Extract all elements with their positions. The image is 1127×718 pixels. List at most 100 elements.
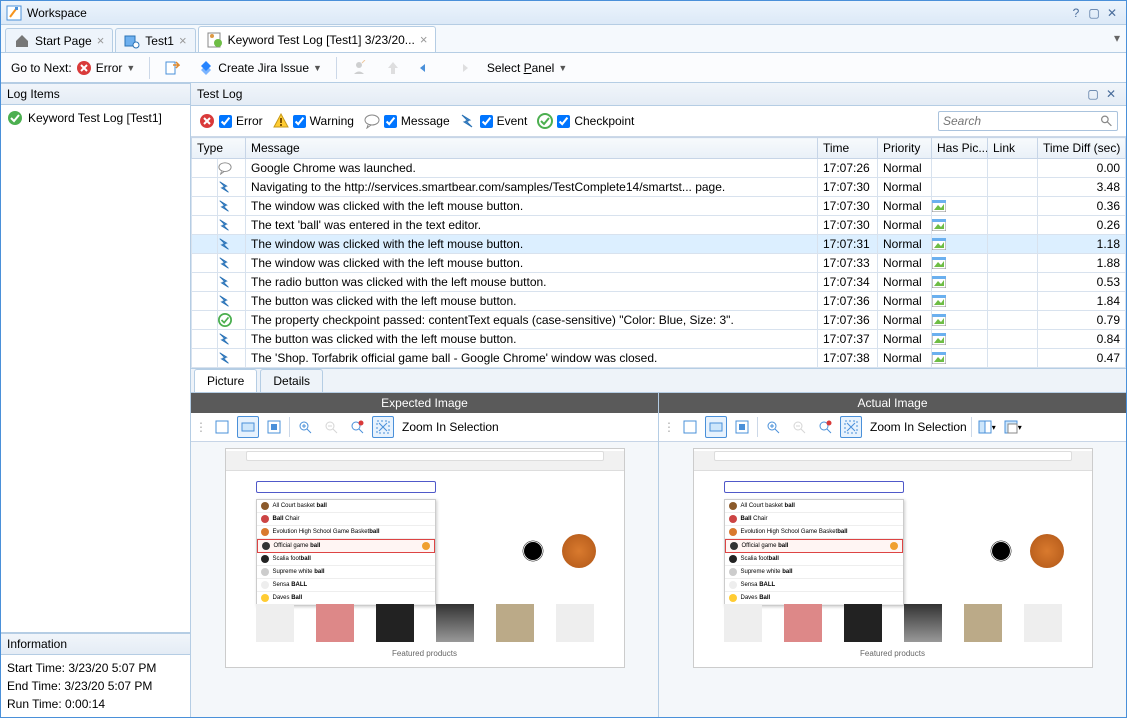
filter-error[interactable]: Error xyxy=(199,113,263,129)
tree-item-root[interactable]: Keyword Test Log [Test1] xyxy=(7,109,184,127)
col-priority[interactable]: Priority xyxy=(878,138,932,159)
col-message[interactable]: Message xyxy=(246,138,818,159)
panel-maximize-button[interactable]: ▢ xyxy=(1084,86,1102,102)
create-jira-issue-button[interactable]: Create Jira Issue ▼ xyxy=(194,58,326,78)
row-haspic xyxy=(932,311,988,330)
row-type-icon xyxy=(218,216,246,235)
row-message: The window was clicked with the left mou… xyxy=(246,235,818,254)
tool-zoomreset-icon[interactable] xyxy=(814,416,836,438)
table-row[interactable]: The button was clicked with the left mou… xyxy=(192,330,1126,349)
row-message: Navigating to the http://services.smartb… xyxy=(246,178,818,197)
row-time: 17:07:36 xyxy=(818,311,878,330)
filter-error-checkbox[interactable] xyxy=(219,115,232,128)
tool-compare1-icon[interactable]: ▾ xyxy=(976,416,998,438)
tool-fitwidth-icon[interactable] xyxy=(237,416,259,438)
col-type[interactable]: Type xyxy=(192,138,246,159)
row-priority: Normal xyxy=(878,349,932,368)
log-items-tree[interactable]: Keyword Test Log [Test1] xyxy=(1,105,190,633)
row-expand[interactable] xyxy=(192,330,218,349)
table-row[interactable]: Navigating to the http://services.smartb… xyxy=(192,178,1126,197)
select-panel-label: Select Panel xyxy=(487,61,554,75)
filter-event-checkbox[interactable] xyxy=(480,115,493,128)
tool-fitwidth-icon[interactable] xyxy=(705,416,727,438)
row-haspic xyxy=(932,292,988,311)
row-expand[interactable] xyxy=(192,273,218,292)
row-expand[interactable] xyxy=(192,292,218,311)
help-button[interactable]: ? xyxy=(1067,5,1085,21)
row-priority: Normal xyxy=(878,235,932,254)
tab-close-icon[interactable]: × xyxy=(420,32,428,47)
tool-zoomreset-icon[interactable] xyxy=(346,416,368,438)
row-priority: Normal xyxy=(878,178,932,197)
col-timediff[interactable]: Time Diff (sec) xyxy=(1038,138,1126,159)
select-panel-dropdown[interactable]: Select Panel ▼ xyxy=(483,59,571,77)
row-timediff: 0.00 xyxy=(1038,159,1126,178)
tool-zoomsel-icon[interactable] xyxy=(840,416,862,438)
table-row[interactable]: The window was clicked with the left mou… xyxy=(192,254,1126,273)
table-row[interactable]: The text 'ball' was entered in the text … xyxy=(192,216,1126,235)
filter-checkpoint[interactable]: Checkpoint xyxy=(537,113,634,129)
actual-title: Actual Image xyxy=(659,393,1126,413)
row-expand[interactable] xyxy=(192,349,218,368)
go-to-next-dropdown[interactable]: Go to Next: Error ▼ xyxy=(7,58,139,78)
col-link[interactable]: Link xyxy=(988,138,1038,159)
export-button[interactable] xyxy=(160,58,184,78)
tool-fit-icon[interactable] xyxy=(679,416,701,438)
filter-event[interactable]: Event xyxy=(460,113,528,129)
table-row[interactable]: Google Chrome was launched.17:07:26Norma… xyxy=(192,159,1126,178)
table-row[interactable]: The radio button was clicked with the le… xyxy=(192,273,1126,292)
arrow-right-icon xyxy=(453,60,469,76)
tool-zoomin-icon[interactable] xyxy=(762,416,784,438)
row-expand[interactable] xyxy=(192,311,218,330)
panel-close-button[interactable]: ✕ xyxy=(1102,86,1120,102)
filter-message-checkbox[interactable] xyxy=(384,115,397,128)
expected-image-view[interactable]: All Court basket ball Ball Chair Evoluti… xyxy=(191,442,658,717)
row-type-icon xyxy=(218,235,246,254)
tab-test1[interactable]: Test1 × xyxy=(115,28,195,52)
filter-warning-checkbox[interactable] xyxy=(293,115,306,128)
tab-details[interactable]: Details xyxy=(260,369,323,392)
tool-fit-icon[interactable] xyxy=(211,416,233,438)
row-expand[interactable] xyxy=(192,235,218,254)
filter-warning-label: Warning xyxy=(310,114,354,128)
nav-back-button[interactable] xyxy=(415,58,439,78)
table-row[interactable]: The button was clicked with the left mou… xyxy=(192,292,1126,311)
tool-zoomout-icon xyxy=(788,416,810,438)
row-expand[interactable] xyxy=(192,254,218,273)
tab-keyword-test-log[interactable]: Keyword Test Log [Test1] 3/23/20... × xyxy=(198,26,437,52)
table-row[interactable]: The property checkpoint passed: contentT… xyxy=(192,311,1126,330)
tool-actual-icon[interactable] xyxy=(263,416,285,438)
tool-zoomsel-icon[interactable] xyxy=(372,416,394,438)
close-button[interactable]: ✕ xyxy=(1103,5,1121,21)
search-input[interactable] xyxy=(943,114,1100,128)
table-row[interactable]: The window was clicked with the left mou… xyxy=(192,197,1126,216)
row-time: 17:07:33 xyxy=(818,254,878,273)
tab-start-page[interactable]: Start Page × xyxy=(5,28,113,52)
tab-close-icon[interactable]: × xyxy=(97,33,105,48)
table-row[interactable]: The 'Shop. Torfabrik official game ball … xyxy=(192,349,1126,368)
filter-checkpoint-checkbox[interactable] xyxy=(557,115,570,128)
error-icon xyxy=(199,113,215,129)
info-run-label: Run Time: xyxy=(7,697,65,711)
col-haspic[interactable]: Has Pic... xyxy=(932,138,988,159)
row-expand[interactable] xyxy=(192,197,218,216)
tool-zoomin-icon[interactable] xyxy=(294,416,316,438)
search-box[interactable] xyxy=(938,111,1118,131)
tool-compare2-icon[interactable]: ▾ xyxy=(1002,416,1024,438)
tab-picture[interactable]: Picture xyxy=(194,369,257,392)
maximize-button[interactable]: ▢ xyxy=(1085,5,1103,21)
col-time[interactable]: Time xyxy=(818,138,878,159)
row-expand[interactable] xyxy=(192,159,218,178)
tab-close-icon[interactable]: × xyxy=(179,33,187,48)
filter-message[interactable]: Message xyxy=(364,113,450,129)
row-expand[interactable] xyxy=(192,216,218,235)
actual-image-view[interactable]: All Court basket ball Ball Chair Evoluti… xyxy=(659,442,1126,717)
row-expand[interactable] xyxy=(192,178,218,197)
test-log-header: Test Log ▢ ✕ xyxy=(191,83,1126,106)
tabs-dropdown[interactable]: ▾ xyxy=(1114,31,1120,45)
table-row[interactable]: The window was clicked with the left mou… xyxy=(192,235,1126,254)
row-priority: Normal xyxy=(878,273,932,292)
filter-warning[interactable]: Warning xyxy=(273,113,354,129)
log-grid[interactable]: Type Message Time Priority Has Pic... Li… xyxy=(191,137,1126,369)
tool-actual-icon[interactable] xyxy=(731,416,753,438)
